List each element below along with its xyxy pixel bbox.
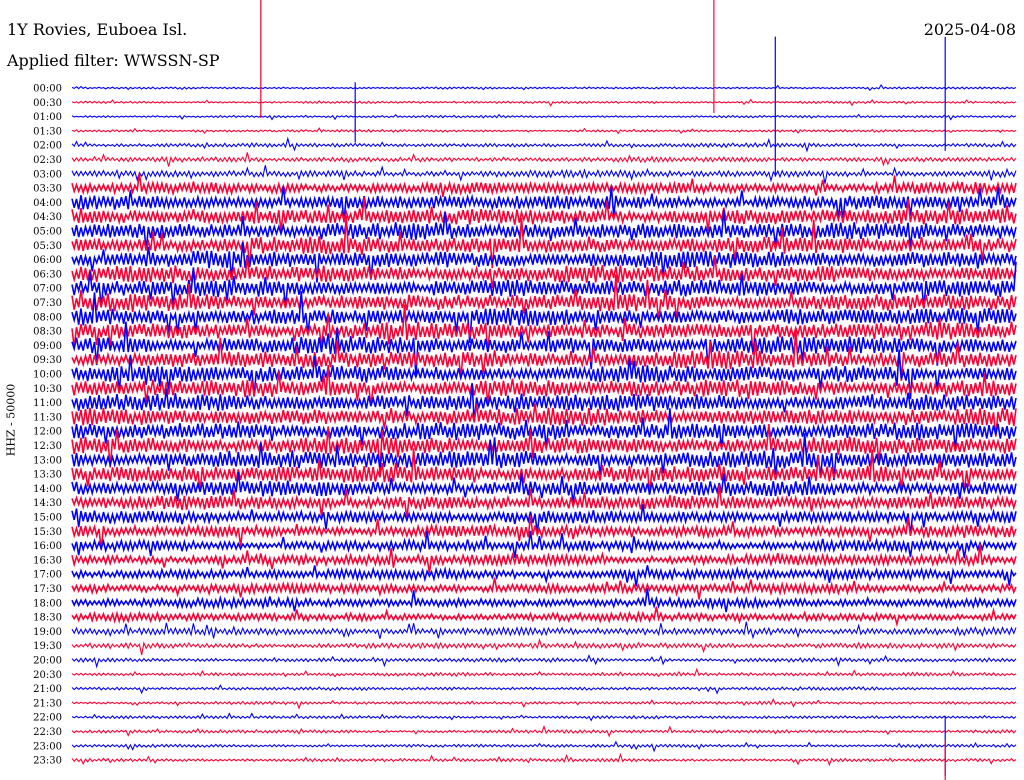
time-label-0600: 06:00 [33, 255, 62, 266]
time-label-2130: 21:30 [33, 698, 62, 709]
time-label-1930: 19:30 [33, 641, 62, 652]
time-label-2030: 20:30 [33, 670, 62, 681]
time-label-0800: 08:00 [33, 312, 62, 323]
time-label-0400: 04:00 [33, 198, 62, 209]
time-label-0530: 05:30 [33, 241, 62, 252]
time-label-2000: 20:00 [33, 656, 62, 667]
trace-0030 [71, 98, 1017, 107]
time-label-0930: 09:30 [33, 355, 62, 366]
time-label-1000: 10:00 [33, 370, 62, 381]
trace-2330 [71, 752, 1017, 767]
time-label-1900: 19:00 [33, 627, 62, 638]
trace-2200 [71, 712, 1017, 722]
time-label-1400: 14:00 [33, 484, 62, 495]
time-label-1300: 13:00 [33, 455, 62, 466]
trace-1900 [71, 621, 1017, 640]
time-label-1700: 17:00 [33, 570, 62, 581]
trace-0300 [71, 165, 1017, 184]
time-label-1830: 18:30 [33, 613, 62, 624]
trace-1700 [71, 565, 1017, 587]
trace-2100 [71, 684, 1017, 695]
time-label-2330: 23:30 [33, 756, 62, 767]
time-label-0000: 00:00 [33, 84, 62, 95]
time-label-2300: 23:00 [33, 741, 62, 752]
trace-0130 [71, 127, 1017, 135]
trace-2000 [71, 653, 1017, 669]
time-label-0230: 02:30 [33, 155, 62, 166]
time-label-1730: 17:30 [33, 584, 62, 595]
time-label-2100: 21:00 [33, 684, 62, 695]
time-label-2230: 22:30 [33, 727, 62, 738]
time-label-0330: 03:30 [33, 184, 62, 195]
time-label-0830: 08:30 [33, 327, 62, 338]
time-label-1630: 16:30 [33, 555, 62, 566]
time-label-0300: 03:00 [33, 169, 62, 180]
time-label-0500: 05:00 [33, 227, 62, 238]
trace-2300 [71, 740, 1017, 753]
time-label-1800: 18:00 [33, 598, 62, 609]
time-label-1500: 15:00 [33, 513, 62, 524]
time-label-0900: 09:00 [33, 341, 62, 352]
time-label-1130: 11:30 [33, 412, 62, 423]
time-label-0430: 04:30 [33, 212, 62, 223]
time-label-1600: 16:00 [33, 541, 62, 552]
trace-0200 [71, 136, 1017, 153]
time-label-0130: 01:30 [33, 126, 62, 137]
time-label-1430: 14:30 [33, 498, 62, 509]
trace-0000 [71, 83, 1017, 92]
time-label-0630: 06:30 [33, 269, 62, 280]
time-label-1030: 10:30 [33, 384, 62, 395]
trace-0230 [71, 152, 1017, 167]
time-label-1230: 12:30 [33, 441, 62, 452]
time-label-0200: 02:00 [33, 141, 62, 152]
time-label-2200: 22:00 [33, 713, 62, 724]
trace-2230 [71, 724, 1017, 738]
time-label-0030: 00:30 [33, 98, 62, 109]
trace-2130 [71, 697, 1017, 710]
time-label-1200: 12:00 [33, 427, 62, 438]
trace-1930 [71, 638, 1017, 656]
time-label-1330: 13:30 [33, 470, 62, 481]
time-label-1100: 11:00 [33, 398, 62, 409]
time-label-0730: 07:30 [33, 298, 62, 309]
trace-1730 [71, 577, 1017, 600]
time-label-0100: 01:00 [33, 112, 62, 123]
trace-0100 [71, 113, 1017, 121]
time-label-1530: 15:30 [33, 527, 62, 538]
time-label-0700: 07:00 [33, 284, 62, 295]
helicorder-chart: 00:00 00:30 01:00 01:30 02:00 02:30 03:00 03:30… [33, 0, 1017, 780]
trace-2030 [71, 667, 1017, 678]
